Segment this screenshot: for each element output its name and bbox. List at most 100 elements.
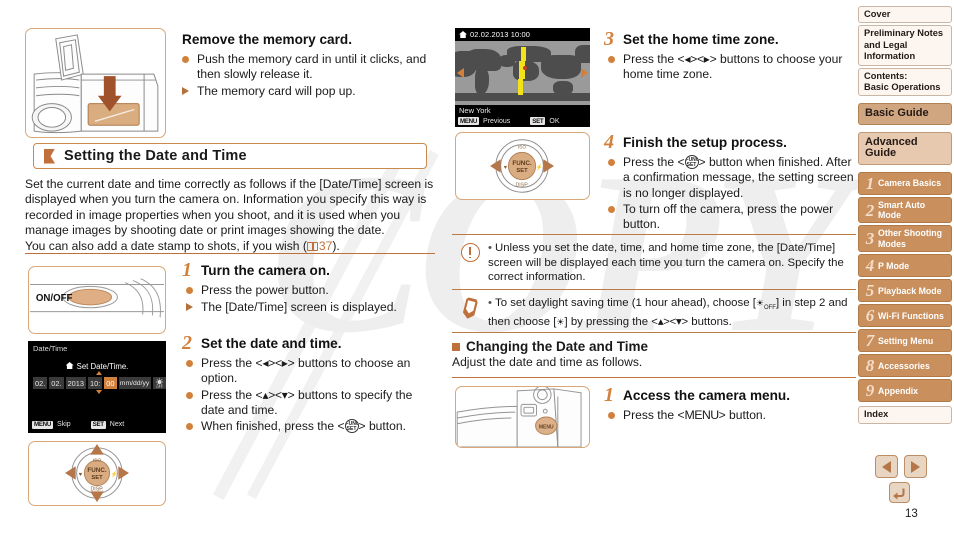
page-title: Setting the Date and Time	[64, 148, 247, 164]
pencil-note-post: ] by pressing the <	[564, 316, 658, 329]
svg-text:♥: ♥	[504, 165, 508, 171]
sidebar-item-basic-guide[interactable]: Basic Guide	[858, 103, 952, 125]
svg-text:SET: SET	[91, 475, 103, 481]
pencil-note-tail: > buttons.	[681, 316, 732, 329]
sidebar-item-accessories[interactable]: 8 Accessories	[858, 354, 952, 378]
sidebar-item-camera-basics[interactable]: 1 Camera Basics	[858, 171, 952, 195]
year-field[interactable]: 2013	[65, 377, 87, 389]
sidebar-navigation: Cover Preliminary Notes and Legal Inform…	[858, 6, 952, 426]
bullet-text: Push the memory card in until it clicks,…	[197, 52, 427, 82]
bullet-pre: Press the <	[623, 408, 685, 422]
svg-text:⚡: ⚡	[111, 470, 118, 478]
svg-text:♥: ♥	[79, 472, 83, 478]
bullet-post: > button.	[718, 408, 767, 422]
bullet-text: Press the <▴><▾> buttons to specify the …	[201, 388, 434, 419]
date-format-field[interactable]: mm/dd/yy	[118, 377, 151, 389]
up-down-key-icon: ▴><▾	[657, 316, 682, 329]
sidebar-item-setting-menu[interactable]: 7 Setting Menu	[858, 329, 952, 353]
sidebar-item-label: Camera Basics	[878, 177, 942, 188]
datetime-screen-title: Date/Time	[33, 344, 68, 353]
world-map[interactable]	[455, 41, 590, 105]
sidebar-item-appendix[interactable]: 9 Appendix	[858, 379, 952, 403]
next-page-button[interactable]	[904, 455, 927, 478]
bullet-pre: Press the <	[201, 356, 263, 370]
sidebar-item-playback-mode[interactable]: 5 Playback Mode	[858, 279, 952, 303]
map-datetime: 02.02.2013 10:00	[470, 30, 530, 39]
sidebar-item-wifi-functions[interactable]: 6 Wi-Fi Functions	[858, 304, 952, 328]
memory-card-title: Remove the memory card.	[182, 32, 352, 47]
bullet-text: The memory card will pop up.	[197, 83, 356, 98]
minute-field[interactable]: 00	[104, 377, 117, 389]
sidebar-item-label: Other Shooting Modes	[878, 228, 943, 249]
four-way-controller-svg-2: FUNC. SET ISO DISP. ♥ ⚡	[489, 139, 555, 193]
sidebar-item-index[interactable]: Index	[858, 406, 952, 424]
chapter-number: 5	[865, 281, 875, 301]
back-button[interactable]	[889, 482, 910, 503]
date-stamp-note-post: ).	[332, 238, 340, 253]
sidebar-item-other-shooting-modes[interactable]: 3 Other Shooting Modes	[858, 225, 952, 253]
sidebar-item-cover[interactable]: Cover	[858, 6, 952, 24]
set-key-badge[interactable]: SET	[90, 420, 106, 429]
svg-text:MENU: MENU	[539, 425, 554, 431]
timezone-band	[521, 47, 526, 61]
set-key-badge[interactable]: SET	[530, 117, 546, 125]
menu-key-badge[interactable]: MENU	[458, 117, 480, 125]
bullet-dot-icon	[182, 52, 197, 68]
list-item: To turn off the camera, press the power …	[608, 202, 854, 233]
sidebar-item-smart-auto-mode[interactable]: 2 Smart Auto Mode	[858, 196, 952, 224]
list-item: Press the <◂><▸> buttons to choose your …	[608, 52, 854, 83]
page-navigation	[875, 455, 947, 503]
timezone-band	[518, 79, 523, 95]
svg-text:FUNC.: FUNC.	[87, 467, 106, 474]
date-stamp-note: You can also add a date stamp to shots, …	[25, 239, 435, 254]
sidebar-item-label: Smart Auto Mode	[878, 199, 926, 221]
divider	[452, 377, 856, 378]
step-1-block: 1 Turn the camera on. Press the power bu…	[182, 259, 434, 318]
caution-note-text: • Unless you set the date, time, and home…	[488, 241, 856, 285]
list-item: The [Date/Time] screen is displayed.	[186, 300, 434, 316]
page-reference[interactable]: 37	[319, 239, 332, 253]
datetime-screen: Date/Time Set Date/Time. 02. 02. 2013 10…	[28, 341, 166, 433]
four-way-controller-illustration-2: FUNC. SET ISO DISP. ♥ ⚡	[455, 132, 590, 200]
map-right-arrow-icon[interactable]	[581, 68, 588, 78]
step-number: 4	[604, 131, 614, 153]
bullet-text: Press the <FUNC SET > button when finished…	[623, 155, 854, 201]
step-4-block: 4 Finish the setup process. Press the <F…	[604, 131, 854, 233]
list-item: Press the <◂><▸> buttons to choose an op…	[186, 356, 434, 387]
chapter-number: 3	[865, 229, 875, 249]
map-screen-footer: MENU Previous SET OK	[455, 115, 590, 127]
func-set-key-icon: FUNC SET	[684, 155, 699, 169]
sidebar-item-contents[interactable]: Contents: Basic Operations	[858, 67, 952, 97]
changing-section-block: Changing the Date and Time Adjust the da…	[452, 339, 856, 370]
sidebar-item-preliminary-notes[interactable]: Preliminary Notes and Legal Information	[858, 25, 952, 66]
datetime-subtitle-text: Set Date/Time.	[76, 362, 129, 371]
home-icon	[459, 31, 467, 38]
bullet-pre: Press the <	[201, 387, 263, 402]
chapter-number: 2	[865, 200, 875, 220]
hour-field[interactable]: 10:	[88, 377, 103, 389]
sidebar-item-p-mode[interactable]: 4 P Mode	[858, 254, 952, 278]
datetime-field-row[interactable]: 02. 02. 2013 10: 00 mm/dd/yy OFF	[33, 377, 166, 389]
square-bullet-icon	[452, 343, 460, 351]
month-field[interactable]: 02.	[33, 377, 48, 389]
previous-page-button[interactable]	[875, 455, 898, 478]
list-item: Push the memory card in until it clicks,…	[182, 52, 434, 83]
bullet-text: Press the power button.	[201, 283, 329, 297]
svg-text:FUNC.: FUNC.	[512, 160, 531, 167]
previous-page-icon	[882, 460, 891, 473]
step-access-menu-block: 1 Access the camera menu. Press the <MEN…	[604, 385, 854, 425]
sidebar-item-advanced-guide[interactable]: Advanced Guide	[858, 131, 952, 165]
step-title: Turn the camera on.	[201, 263, 330, 278]
func-set-key-icon: FUNC SET	[344, 419, 359, 434]
bullet-pre: Press the <	[623, 52, 685, 66]
daylight-saving-icon[interactable]: OFF	[152, 377, 166, 389]
map-left-arrow-icon[interactable]	[457, 68, 464, 78]
day-field[interactable]: 02.	[49, 377, 64, 389]
landmass	[513, 61, 539, 81]
step-number: 1	[182, 259, 192, 281]
menu-key-badge[interactable]: MENU	[32, 420, 54, 429]
left-right-key-icon: ◂><▸	[684, 52, 710, 66]
menu-key-icon: MENU	[684, 408, 720, 422]
ok-label: OK	[549, 117, 560, 125]
up-down-key-icon: ▴><▾	[262, 387, 288, 402]
